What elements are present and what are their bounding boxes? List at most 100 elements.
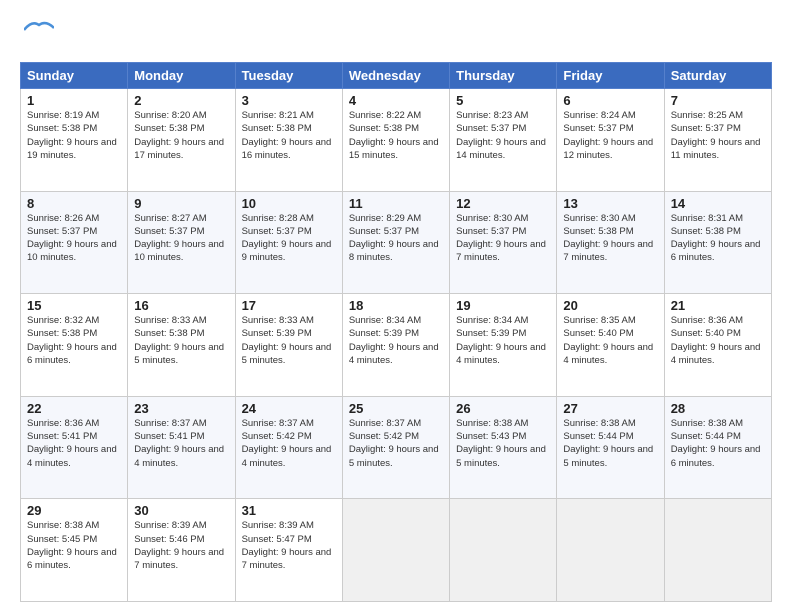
calendar-cell: 1 Sunrise: 8:19 AM Sunset: 5:38 PM Dayli… [21,89,128,192]
day-info: Sunrise: 8:22 AM Sunset: 5:38 PM Dayligh… [349,110,439,161]
calendar-cell: 4 Sunrise: 8:22 AM Sunset: 5:38 PM Dayli… [342,89,449,192]
day-number: 27 [563,401,657,416]
calendar-cell: 6 Sunrise: 8:24 AM Sunset: 5:37 PM Dayli… [557,89,664,192]
calendar-header-sunday: Sunday [21,63,128,89]
calendar-cell [450,499,557,602]
day-number: 19 [456,298,550,313]
calendar-cell: 13 Sunrise: 8:30 AM Sunset: 5:38 PM Dayl… [557,191,664,294]
day-info: Sunrise: 8:36 AM Sunset: 5:40 PM Dayligh… [671,315,761,366]
day-info: Sunrise: 8:28 AM Sunset: 5:37 PM Dayligh… [242,213,332,264]
day-info: Sunrise: 8:29 AM Sunset: 5:37 PM Dayligh… [349,213,439,264]
day-number: 25 [349,401,443,416]
day-info: Sunrise: 8:30 AM Sunset: 5:37 PM Dayligh… [456,213,546,264]
day-info: Sunrise: 8:27 AM Sunset: 5:37 PM Dayligh… [134,213,224,264]
day-number: 3 [242,93,336,108]
calendar-cell [664,499,771,602]
calendar-cell: 10 Sunrise: 8:28 AM Sunset: 5:37 PM Dayl… [235,191,342,294]
day-info: Sunrise: 8:39 AM Sunset: 5:47 PM Dayligh… [242,520,332,571]
logo-bird-icon [24,20,54,40]
calendar-header-tuesday: Tuesday [235,63,342,89]
calendar-cell: 8 Sunrise: 8:26 AM Sunset: 5:37 PM Dayli… [21,191,128,294]
day-number: 23 [134,401,228,416]
calendar-cell: 26 Sunrise: 8:38 AM Sunset: 5:43 PM Dayl… [450,396,557,499]
calendar-week-row: 8 Sunrise: 8:26 AM Sunset: 5:37 PM Dayli… [21,191,772,294]
calendar-cell: 28 Sunrise: 8:38 AM Sunset: 5:44 PM Dayl… [664,396,771,499]
day-info: Sunrise: 8:34 AM Sunset: 5:39 PM Dayligh… [349,315,439,366]
calendar-week-row: 29 Sunrise: 8:38 AM Sunset: 5:45 PM Dayl… [21,499,772,602]
day-number: 21 [671,298,765,313]
day-info: Sunrise: 8:34 AM Sunset: 5:39 PM Dayligh… [456,315,546,366]
day-number: 11 [349,196,443,211]
day-number: 16 [134,298,228,313]
day-number: 1 [27,93,121,108]
calendar-cell: 19 Sunrise: 8:34 AM Sunset: 5:39 PM Dayl… [450,294,557,397]
day-info: Sunrise: 8:36 AM Sunset: 5:41 PM Dayligh… [27,418,117,469]
calendar-week-row: 1 Sunrise: 8:19 AM Sunset: 5:38 PM Dayli… [21,89,772,192]
day-info: Sunrise: 8:33 AM Sunset: 5:38 PM Dayligh… [134,315,224,366]
day-info: Sunrise: 8:37 AM Sunset: 5:42 PM Dayligh… [349,418,439,469]
calendar-cell: 24 Sunrise: 8:37 AM Sunset: 5:42 PM Dayl… [235,396,342,499]
day-info: Sunrise: 8:26 AM Sunset: 5:37 PM Dayligh… [27,213,117,264]
calendar-cell: 16 Sunrise: 8:33 AM Sunset: 5:38 PM Dayl… [128,294,235,397]
calendar-cell: 27 Sunrise: 8:38 AM Sunset: 5:44 PM Dayl… [557,396,664,499]
calendar-week-row: 15 Sunrise: 8:32 AM Sunset: 5:38 PM Dayl… [21,294,772,397]
calendar-cell: 5 Sunrise: 8:23 AM Sunset: 5:37 PM Dayli… [450,89,557,192]
calendar-header-friday: Friday [557,63,664,89]
calendar-cell: 2 Sunrise: 8:20 AM Sunset: 5:38 PM Dayli… [128,89,235,192]
header [20,20,772,52]
day-number: 7 [671,93,765,108]
calendar-cell: 20 Sunrise: 8:35 AM Sunset: 5:40 PM Dayl… [557,294,664,397]
day-number: 6 [563,93,657,108]
calendar-cell: 12 Sunrise: 8:30 AM Sunset: 5:37 PM Dayl… [450,191,557,294]
day-info: Sunrise: 8:37 AM Sunset: 5:42 PM Dayligh… [242,418,332,469]
day-number: 13 [563,196,657,211]
day-number: 8 [27,196,121,211]
day-number: 17 [242,298,336,313]
day-info: Sunrise: 8:38 AM Sunset: 5:44 PM Dayligh… [671,418,761,469]
day-number: 9 [134,196,228,211]
day-info: Sunrise: 8:24 AM Sunset: 5:37 PM Dayligh… [563,110,653,161]
day-number: 4 [349,93,443,108]
day-info: Sunrise: 8:23 AM Sunset: 5:37 PM Dayligh… [456,110,546,161]
day-info: Sunrise: 8:33 AM Sunset: 5:39 PM Dayligh… [242,315,332,366]
calendar-header-wednesday: Wednesday [342,63,449,89]
day-info: Sunrise: 8:21 AM Sunset: 5:38 PM Dayligh… [242,110,332,161]
day-info: Sunrise: 8:19 AM Sunset: 5:38 PM Dayligh… [27,110,117,161]
logo [20,20,54,52]
calendar-table: SundayMondayTuesdayWednesdayThursdayFrid… [20,62,772,602]
calendar-cell: 17 Sunrise: 8:33 AM Sunset: 5:39 PM Dayl… [235,294,342,397]
day-number: 5 [456,93,550,108]
calendar-cell: 29 Sunrise: 8:38 AM Sunset: 5:45 PM Dayl… [21,499,128,602]
day-number: 14 [671,196,765,211]
calendar-cell: 25 Sunrise: 8:37 AM Sunset: 5:42 PM Dayl… [342,396,449,499]
calendar-cell: 11 Sunrise: 8:29 AM Sunset: 5:37 PM Dayl… [342,191,449,294]
day-number: 15 [27,298,121,313]
calendar-cell: 14 Sunrise: 8:31 AM Sunset: 5:38 PM Dayl… [664,191,771,294]
day-info: Sunrise: 8:38 AM Sunset: 5:45 PM Dayligh… [27,520,117,571]
day-number: 28 [671,401,765,416]
calendar-cell: 15 Sunrise: 8:32 AM Sunset: 5:38 PM Dayl… [21,294,128,397]
day-info: Sunrise: 8:39 AM Sunset: 5:46 PM Dayligh… [134,520,224,571]
day-number: 18 [349,298,443,313]
day-number: 26 [456,401,550,416]
day-number: 29 [27,503,121,518]
calendar-header-row: SundayMondayTuesdayWednesdayThursdayFrid… [21,63,772,89]
calendar-header-saturday: Saturday [664,63,771,89]
calendar-cell: 21 Sunrise: 8:36 AM Sunset: 5:40 PM Dayl… [664,294,771,397]
day-info: Sunrise: 8:35 AM Sunset: 5:40 PM Dayligh… [563,315,653,366]
calendar-week-row: 22 Sunrise: 8:36 AM Sunset: 5:41 PM Dayl… [21,396,772,499]
day-number: 10 [242,196,336,211]
day-number: 31 [242,503,336,518]
calendar-cell: 9 Sunrise: 8:27 AM Sunset: 5:37 PM Dayli… [128,191,235,294]
day-number: 24 [242,401,336,416]
day-info: Sunrise: 8:38 AM Sunset: 5:43 PM Dayligh… [456,418,546,469]
page: SundayMondayTuesdayWednesdayThursdayFrid… [0,0,792,612]
calendar-cell: 7 Sunrise: 8:25 AM Sunset: 5:37 PM Dayli… [664,89,771,192]
day-number: 2 [134,93,228,108]
day-info: Sunrise: 8:31 AM Sunset: 5:38 PM Dayligh… [671,213,761,264]
calendar-header-thursday: Thursday [450,63,557,89]
day-info: Sunrise: 8:25 AM Sunset: 5:37 PM Dayligh… [671,110,761,161]
calendar-cell: 22 Sunrise: 8:36 AM Sunset: 5:41 PM Dayl… [21,396,128,499]
day-number: 30 [134,503,228,518]
calendar-header-monday: Monday [128,63,235,89]
